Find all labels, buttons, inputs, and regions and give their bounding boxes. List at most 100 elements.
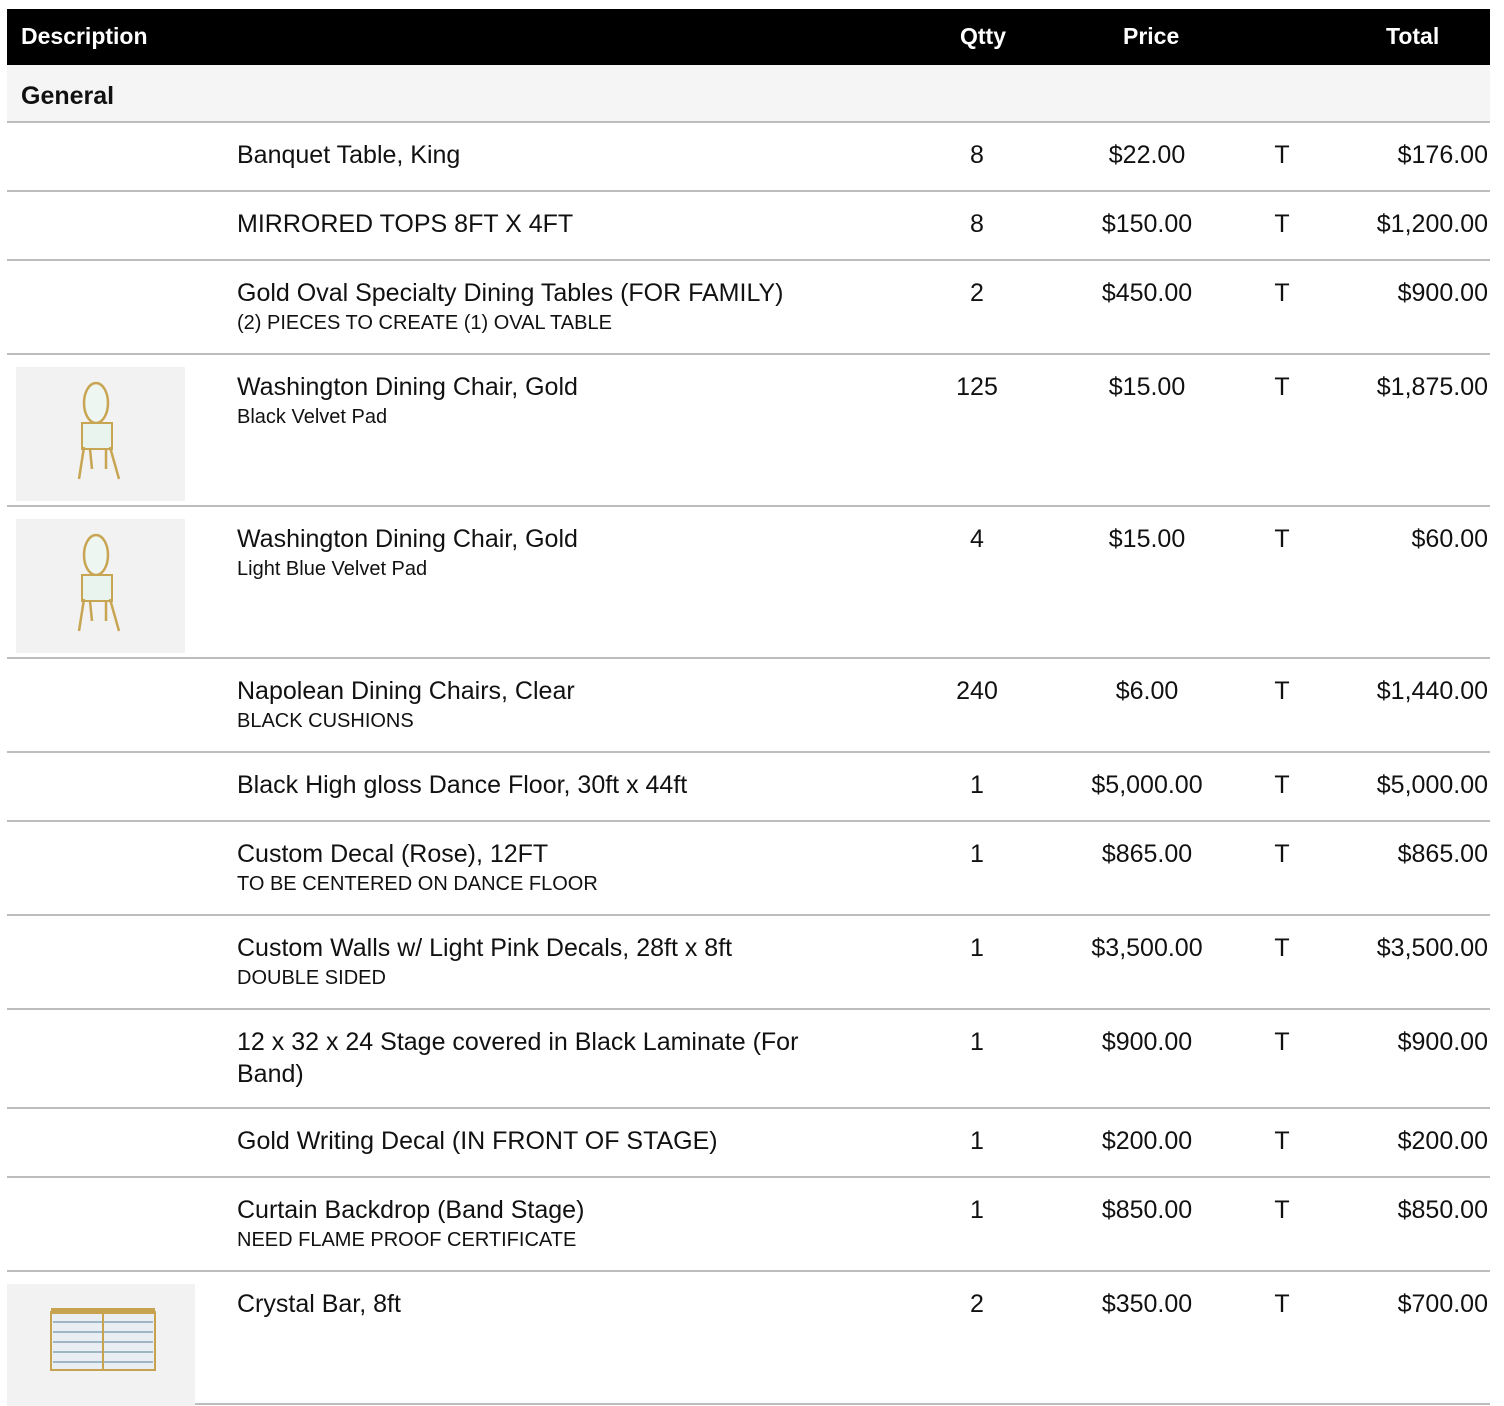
- item-description: Washington Dining Chair, Gold Light Blue …: [237, 523, 857, 581]
- item-title: MIRRORED TOPS 8FT X 4FT: [237, 210, 574, 238]
- header-price: Price: [1123, 23, 1180, 49]
- table-row: Custom Walls w/ Light Pink Decals, 28ft …: [7, 916, 1490, 1010]
- item-title: Banquet Table, King: [237, 141, 461, 169]
- table-header: Description Qtty Price Total: [7, 9, 1490, 65]
- item-title: Napolean Dining Chairs, Clear: [237, 677, 575, 705]
- item-title: Crystal Bar, 8ft: [237, 1290, 401, 1318]
- table-row: Napolean Dining Chairs, Clear BLACK CUSHI…: [7, 659, 1490, 753]
- header-total: Total: [1386, 23, 1440, 49]
- table-row: Gold Writing Decal (IN FRONT OF STAGE) 1 $…: [7, 1109, 1490, 1178]
- item-title: Washington Dining Chair, Gold: [237, 525, 578, 553]
- item-total: $1,200.00: [1376, 210, 1488, 238]
- item-price: $15.00: [1108, 373, 1186, 401]
- item-description: Black High gloss Dance Floor, 30ft x 44f…: [237, 769, 857, 801]
- item-tax-flag: T: [1274, 1290, 1290, 1318]
- item-note: Light Blue Velvet Pad: [237, 558, 428, 580]
- item-description: Gold Oval Specialty Dining Tables (FOR F…: [237, 277, 857, 335]
- item-description: Curtain Backdrop (Band Stage) NEED FLAME …: [237, 1194, 857, 1252]
- item-title: Custom Decal (Rose), 12FT: [237, 840, 549, 868]
- table-row: Black High gloss Dance Floor, 30ft x 44f…: [7, 753, 1490, 822]
- item-tax-flag: T: [1274, 1028, 1290, 1056]
- item-tax-flag: T: [1274, 1127, 1290, 1155]
- item-description: MIRRORED TOPS 8FT X 4FT: [237, 208, 857, 240]
- item-qty: 1: [970, 934, 984, 962]
- item-price: $350.00: [1101, 1290, 1193, 1318]
- table-row: Curtain Backdrop (Band Stage) NEED FLAME …: [7, 1178, 1490, 1272]
- item-description: Crystal Bar, 8ft: [237, 1288, 857, 1320]
- item-description: Gold Writing Decal (IN FRONT OF STAGE): [237, 1125, 857, 1157]
- item-total: $5,000.00: [1376, 771, 1488, 799]
- item-price: $15.00: [1108, 525, 1186, 553]
- item-price: $865.00: [1101, 840, 1193, 868]
- item-tax-flag: T: [1274, 141, 1290, 169]
- item-note: TO BE CENTERED ON DANCE FLOOR: [237, 873, 598, 895]
- item-total: $200.00: [1397, 1127, 1488, 1155]
- item-note: NEED FLAME PROOF CERTIFICATE: [237, 1229, 577, 1251]
- item-description: 12 x 32 x 24 Stage covered in Black Lami…: [237, 1026, 857, 1090]
- item-qty: 1: [970, 1196, 984, 1224]
- item-qty: 1: [970, 1127, 984, 1155]
- item-total: $3,500.00: [1376, 934, 1488, 962]
- table-row: 12 x 32 x 24 Stage covered in Black Lami…: [7, 1010, 1490, 1109]
- table-row: MIRRORED TOPS 8FT X 4FT 8 $150.00 T $1,200.0…: [7, 192, 1490, 261]
- item-description: Custom Walls w/ Light Pink Decals, 28ft …: [237, 932, 857, 990]
- item-total: $1,440.00: [1376, 677, 1488, 705]
- section-general: General: [7, 65, 1490, 123]
- table-row: Banquet Table, King 8 $22.00 T $176.00: [7, 123, 1490, 192]
- table-row: Washington Dining Chair, Gold Black Velve…: [7, 355, 1490, 507]
- item-price: $5,000.00: [1091, 771, 1203, 799]
- item-price: $150.00: [1101, 210, 1193, 238]
- item-description: Custom Decal (Rose), 12FT TO BE CENTERED …: [237, 838, 857, 896]
- item-total: $900.00: [1397, 279, 1488, 307]
- section-title: General: [21, 82, 115, 110]
- item-price: $6.00: [1115, 677, 1179, 705]
- table-row: Washington Dining Chair, Gold Light Blue …: [7, 507, 1490, 659]
- item-qty: 240: [956, 677, 998, 705]
- item-qty: 8: [970, 210, 984, 238]
- item-description: Banquet Table, King: [237, 139, 857, 171]
- item-total: $700.00: [1397, 1290, 1488, 1318]
- table-row: Crystal Bar, 8ft 2 $350.00 T $700.00: [7, 1272, 1490, 1406]
- header-description: Description: [21, 23, 148, 49]
- table-row: Custom Decal (Rose), 12FT TO BE CENTERED …: [7, 822, 1490, 916]
- item-tax-flag: T: [1274, 934, 1290, 962]
- item-tax-flag: T: [1274, 771, 1290, 799]
- item-qty: 125: [956, 373, 998, 401]
- item-qty: 2: [970, 279, 984, 307]
- item-total: $176.00: [1397, 141, 1488, 169]
- item-price: $900.00: [1101, 1028, 1193, 1056]
- item-tax-flag: T: [1274, 677, 1290, 705]
- item-qty: 4: [970, 525, 984, 553]
- item-title: Gold Oval Specialty Dining Tables (FOR F…: [237, 279, 784, 307]
- item-total: $900.00: [1397, 1028, 1488, 1056]
- item-qty: 1: [970, 1028, 984, 1056]
- item-note: DOUBLE SIDED: [237, 967, 386, 989]
- table-row: Gold Oval Specialty Dining Tables (FOR F…: [7, 261, 1490, 355]
- item-tax-flag: T: [1274, 525, 1290, 553]
- item-note: Black Velvet Pad: [237, 406, 388, 428]
- item-tax-flag: T: [1274, 1196, 1290, 1224]
- item-tax-flag: T: [1274, 279, 1290, 307]
- item-qty: 1: [970, 840, 984, 868]
- item-tax-flag: T: [1274, 373, 1290, 401]
- item-total: $1,875.00: [1376, 373, 1488, 401]
- chair-image: [16, 519, 185, 653]
- item-title: Curtain Backdrop (Band Stage): [237, 1196, 585, 1224]
- item-description: Napolean Dining Chairs, Clear BLACK CUSHI…: [237, 675, 857, 733]
- item-note: (2) PIECES TO CREATE (1) OVAL TABLE: [237, 312, 612, 334]
- item-price: $22.00: [1108, 141, 1186, 169]
- item-price: $200.00: [1101, 1127, 1193, 1155]
- item-price: $450.00: [1101, 279, 1193, 307]
- item-qty: 2: [970, 1290, 984, 1318]
- item-qty: 1: [970, 771, 984, 799]
- item-total: $850.00: [1397, 1196, 1488, 1224]
- item-price: $850.00: [1101, 1196, 1193, 1224]
- item-title: 12 x 32 x 24 Stage covered in Black Lami…: [237, 1028, 799, 1088]
- item-title: Gold Writing Decal (IN FRONT OF STAGE): [237, 1127, 718, 1155]
- item-price: $3,500.00: [1091, 934, 1203, 962]
- chair-image: [16, 367, 185, 501]
- item-title: Washington Dining Chair, Gold: [237, 373, 578, 401]
- header-qty: Qtty: [960, 23, 1006, 49]
- item-note: BLACK CUSHIONS: [237, 710, 414, 732]
- item-title: Custom Walls w/ Light Pink Decals, 28ft …: [237, 934, 733, 962]
